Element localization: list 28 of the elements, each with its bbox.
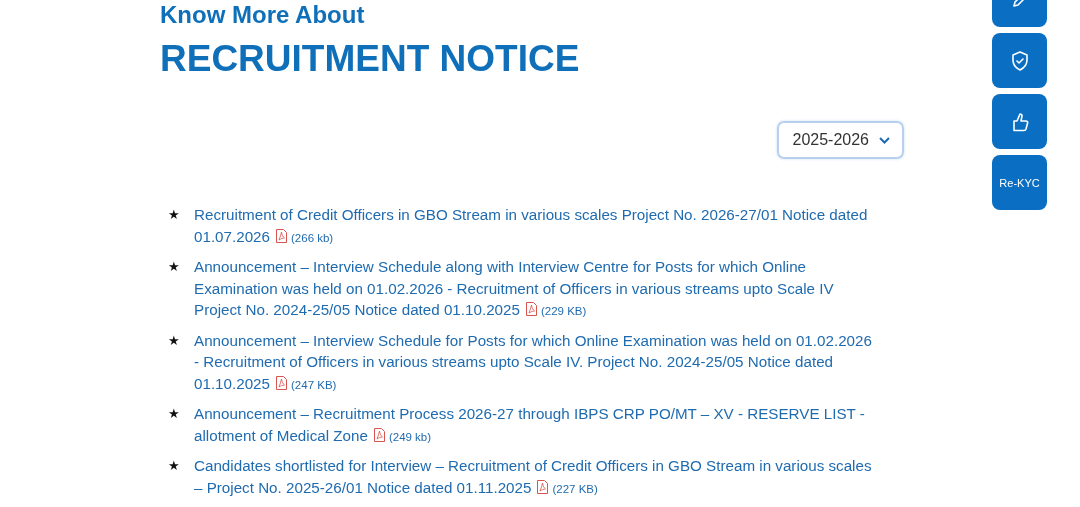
pdf-icon	[373, 427, 385, 442]
pdf-icon	[276, 375, 287, 390]
page-title: RECRUITMENT NOTICE	[160, 37, 580, 81]
star-bullet: ★	[168, 331, 180, 350]
star-bullet: ★	[168, 258, 180, 276]
side-button[interactable]	[992, 94, 1047, 149]
notice-link[interactable]: Candidates shortlisted for Interview – Recruitment of Credit Officers in GBO Stream in various scales – Project No. 2025-26/01 Notice dated 01.11.2025 (227 KB)	[194, 455, 874, 500]
notice-link[interactable]: Announcement – Interview Schedule for Posts for which Online Examination was held on 01.02.2026 - Recruitment of Officers in various streams upto Scale IV. Project No. 2024-25/05 Notice dated 01.10.2025 (247 KB)	[194, 329, 874, 396]
star-bullet: ★	[168, 405, 180, 423]
pdf-icon	[537, 479, 549, 494]
pdf-icon	[525, 302, 537, 316]
star-bullet: ★	[168, 206, 180, 224]
star-bullet: ★	[168, 457, 180, 475]
file-size: (266 kb)	[291, 231, 334, 244]
notice-link[interactable]: Recruitment of Credit Officers in GBO Stream in various scales Project No. 2026-27/01 Notice dated 01.07.2026 (266 kb)	[194, 204, 874, 249]
year-select[interactable]: 2025-2026	[777, 121, 904, 159]
file-size: (229 KB)	[540, 305, 587, 317]
pdf-icon	[276, 228, 287, 243]
notice-link[interactable]: Announcement – Interview Schedule along with Interview Centre for Posts for which Online Examination was held on 01.02.2026 - Recruitment of Officers in various streams upto Scale IV Project No. 2024-25/05 Notice dated 01.10.2025 (229 KB)	[194, 256, 874, 323]
side-button[interactable]	[992, 33, 1047, 88]
file-size: (227 KB)	[552, 482, 598, 495]
re-kyc-button[interactable]: Re-KYC	[992, 155, 1047, 210]
section-kicker: Know More About	[160, 0, 365, 29]
file-size: (249 kb)	[388, 430, 432, 443]
file-size: (247 KB)	[291, 378, 337, 391]
notice-link[interactable]: Announcement – Recruitment Process 2026-27 through IBPS CRP PO/MT – XV - RESERVE LIST - allotment of Medical Zone (249 kb)	[194, 403, 874, 448]
chevron-down-icon	[879, 136, 890, 144]
shield-check-icon	[1009, 49, 1030, 72]
